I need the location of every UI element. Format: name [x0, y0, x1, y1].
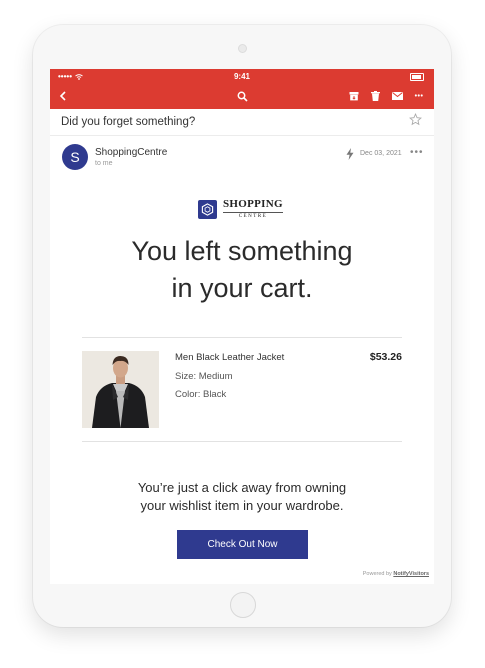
brand-logo: SHOPPING CENTRE — [198, 198, 288, 220]
recipient-label[interactable]: to me — [95, 160, 113, 167]
avatar: S — [62, 144, 88, 170]
front-camera — [238, 44, 247, 53]
status-bar: ••••• 9:41 — [50, 69, 434, 85]
battery-icon — [410, 73, 424, 81]
logo-wordmark: SHOPPING CENTRE — [223, 199, 283, 219]
more-icon[interactable]: ••• — [412, 89, 426, 103]
mail-toolbar: ••• — [50, 85, 434, 109]
check-out-now-button[interactable]: Check Out Now — [177, 530, 308, 559]
email-screen: ••••• 9:41 ••• Did you forget something?… — [50, 69, 434, 584]
bolt-icon — [346, 147, 354, 165]
status-time: 9:41 — [233, 72, 250, 81]
wishlist-message: You’re just a click away from owning you… — [50, 479, 434, 515]
search-icon[interactable] — [235, 89, 249, 103]
powered-by-prefix: Powered by — [362, 571, 392, 577]
product-name[interactable]: Men Black Leather Jacket — [175, 352, 284, 363]
headline-line-2: in your cart. — [171, 273, 313, 303]
headline: You left something in your cart. — [50, 233, 434, 307]
powered-by: Powered by NotifyVisitors — [363, 571, 429, 577]
tablet-frame: ••••• 9:41 ••• Did you forget something?… — [33, 25, 451, 627]
email-subject: Did you forget something? — [61, 116, 196, 128]
product-size: Size: Medium — [175, 371, 233, 382]
product-price: $53.26 — [369, 351, 402, 363]
powered-by-link[interactable]: NotifyVisitors — [393, 571, 429, 577]
home-button[interactable] — [230, 592, 256, 618]
logo-sub-text: CENTRE — [223, 212, 283, 219]
hexagon-logo-icon — [198, 199, 217, 219]
subject-row: Did you forget something? — [50, 109, 434, 136]
product-image[interactable] — [82, 351, 159, 428]
sender-name[interactable]: ShoppingCentre — [95, 147, 167, 158]
mail-icon[interactable] — [390, 89, 404, 103]
message-line-2: your wishlist item in your wardrobe. — [140, 498, 344, 513]
star-icon[interactable] — [409, 113, 422, 131]
back-arrow-icon[interactable] — [56, 89, 70, 103]
email-date: Dec 03, 2021 — [360, 150, 402, 157]
archive-icon[interactable] — [347, 89, 361, 103]
message-line-1: You’re just a click away from owning — [137, 480, 347, 495]
message-more-icon[interactable]: ••• — [410, 147, 424, 158]
trash-icon[interactable] — [368, 89, 382, 103]
sender-row: S ShoppingCentre to me Dec 03, 2021 ••• — [50, 141, 434, 177]
logo-main-text: SHOPPING — [223, 198, 283, 210]
headline-line-1: You left something — [131, 236, 353, 266]
product-color: Color: Black — [175, 389, 227, 400]
divider-bottom — [82, 441, 402, 442]
divider-top — [82, 337, 402, 338]
